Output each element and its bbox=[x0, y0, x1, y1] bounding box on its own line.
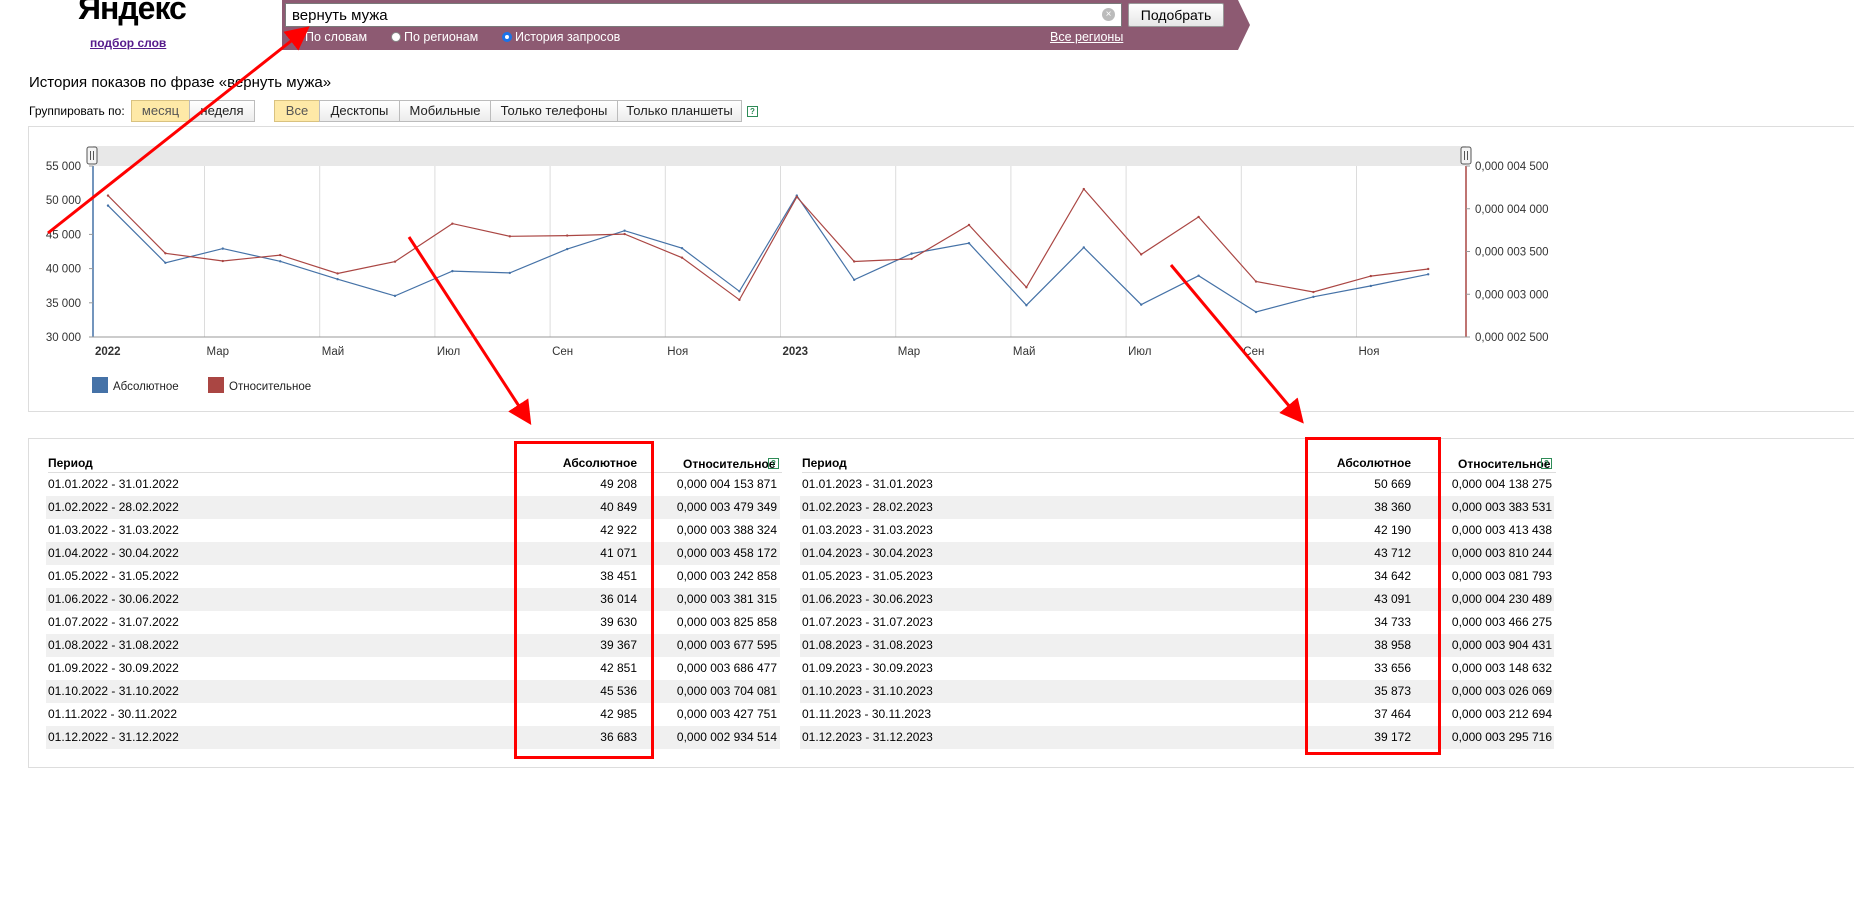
arrow-to-search bbox=[47, 26, 310, 235]
arrow-to-2023-column bbox=[1169, 264, 1304, 424]
annotation-arrows bbox=[47, 26, 1304, 426]
arrow-to-2022-column bbox=[407, 236, 532, 426]
